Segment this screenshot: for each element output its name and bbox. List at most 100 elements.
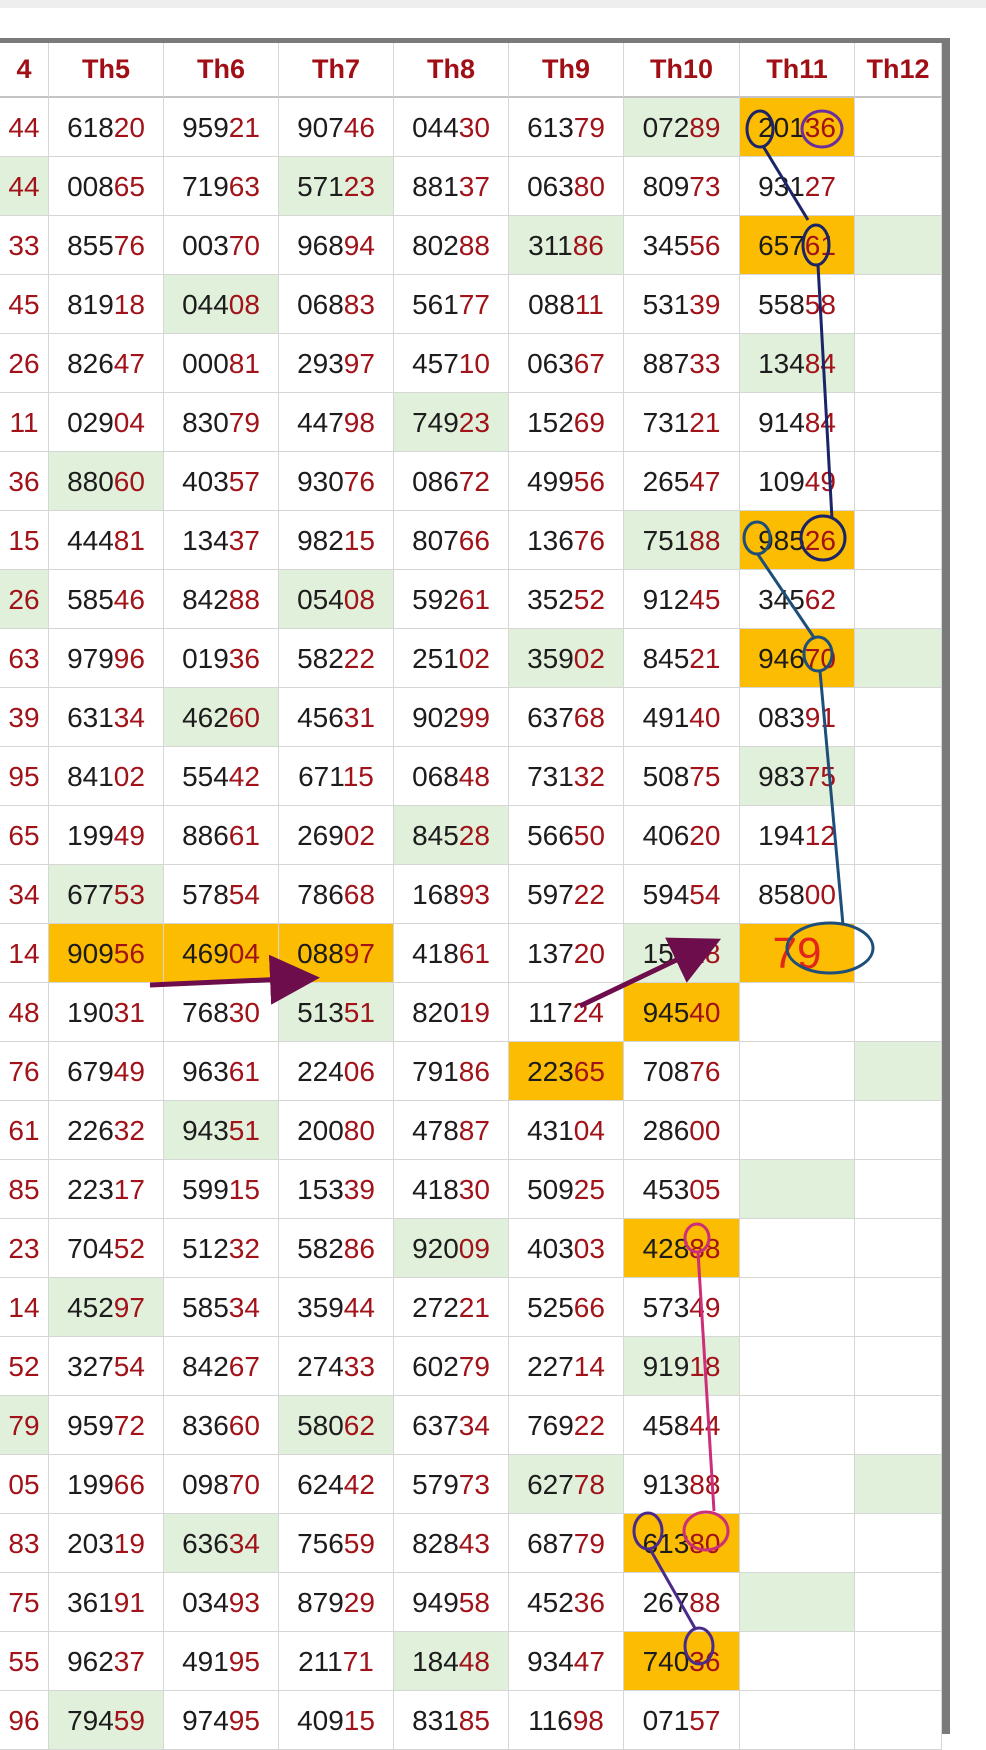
cell-value-tail: 68	[343, 879, 375, 910]
cell-value-tail: 39	[343, 1174, 375, 1205]
table-cell: 36	[0, 452, 49, 511]
cell-value-tail: 33	[689, 348, 721, 379]
table-cell: 40620	[624, 806, 740, 865]
table-cell: 61380	[624, 1514, 740, 1573]
cell-value-tail: 86	[343, 1233, 375, 1264]
cell-value-head: 223	[67, 1174, 114, 1205]
cell-value-head: 831	[412, 1705, 459, 1736]
header-th10: Th10	[624, 40, 740, 98]
table-cell: 08391	[740, 688, 855, 747]
table-cell: 96894	[279, 216, 394, 275]
table-cell: 40303	[509, 1219, 624, 1278]
table-cell: 06848	[394, 747, 509, 806]
cell-value-tail: 81	[113, 525, 145, 556]
cell-value-tail: 40	[689, 997, 721, 1028]
cell-value-head: 618	[67, 112, 114, 143]
cell-value-tail: 81	[228, 348, 260, 379]
cell-value: 15	[8, 525, 40, 556]
table-cell: 81918	[49, 275, 164, 334]
table-right-border	[942, 40, 950, 1734]
cell-value-tail: 43	[458, 1528, 490, 1559]
cell-value-tail: 51	[228, 1115, 260, 1146]
cell-value-head: 968	[297, 230, 344, 261]
cell-value-tail: 84	[804, 407, 836, 438]
table-cell: 00081	[164, 334, 279, 393]
table-cell: 07289	[624, 98, 740, 157]
table-cell: 58222	[279, 629, 394, 688]
cell-value-tail: 36	[804, 112, 836, 143]
table-cell: 22632	[49, 1101, 164, 1160]
cell-value-head: 453	[642, 1174, 690, 1205]
cell-value-head: 585	[67, 584, 114, 615]
cell-value-tail: 08	[343, 584, 375, 615]
table-cell: 18448	[394, 1632, 509, 1691]
cell-value-head: 677	[67, 879, 114, 910]
results-table: 4 Th5 Th6 Th7 Th8 Th9 Th10 Th11 Th12 44 6…	[0, 40, 942, 1750]
cell-value: 65	[8, 820, 40, 851]
cell-value-tail: 27	[804, 171, 836, 202]
cell-value-tail: 17	[113, 1174, 145, 1205]
cell-value-head: 807	[412, 525, 459, 556]
cell-value-head: 003	[182, 230, 229, 261]
cell-value-head: 919	[642, 1351, 690, 1382]
table-cell: 22317	[49, 1160, 164, 1219]
cell-value-tail: 61	[804, 230, 836, 261]
header-col-0: 4	[0, 40, 49, 98]
cell-value-tail: 61	[458, 938, 490, 969]
table-cell: 06380	[509, 157, 624, 216]
table-cell: 15	[0, 511, 49, 570]
cell-value-head: 909	[67, 938, 114, 969]
table-cell	[855, 924, 942, 983]
cell-value-head: 599	[182, 1174, 229, 1205]
cell-value-head: 068	[297, 289, 344, 320]
cell-value-head: 072	[642, 112, 690, 143]
cell-value-tail: 37	[458, 171, 490, 202]
cell-value-head: 428	[642, 1233, 690, 1264]
cell-value: 85	[8, 1174, 40, 1205]
cell-value-head: 751	[642, 525, 690, 556]
table-cell: 26	[0, 334, 49, 393]
table-cell: 20080	[279, 1101, 394, 1160]
table-cell: 45	[0, 275, 49, 334]
cell-value-tail: 45	[689, 584, 721, 615]
table-cell: 53139	[624, 275, 740, 334]
table-cell: 93447	[509, 1632, 624, 1691]
cell-value-head: 631	[67, 702, 114, 733]
cell-value-tail: 86	[572, 230, 604, 261]
cell-value-head: 327	[67, 1351, 114, 1382]
cell-value: 55	[8, 1646, 40, 1677]
table-cell: 97996	[49, 629, 164, 688]
cell-value-head: 580	[297, 1410, 344, 1441]
table-cell: 94670	[740, 629, 855, 688]
cell-value-head: 458	[642, 1410, 690, 1441]
table-cell: 43104	[509, 1101, 624, 1160]
header-th8: Th8	[394, 40, 509, 98]
cell-value-tail: 15	[343, 525, 375, 556]
table-cell: 73121	[624, 393, 740, 452]
table-cell: 80973	[624, 157, 740, 216]
cell-value-head: 841	[67, 761, 114, 792]
table-cell: 35252	[509, 570, 624, 629]
cell-value-head: 880	[67, 466, 114, 497]
table-cell: 91388	[624, 1455, 740, 1514]
cell-value-head: 786	[297, 879, 344, 910]
cell-value-tail: 39	[689, 289, 721, 320]
cell-value-tail: 88	[689, 1469, 721, 1500]
table-cell: 84102	[49, 747, 164, 806]
table-cell	[855, 1337, 942, 1396]
cell-value-tail: 97	[113, 1292, 145, 1323]
table-cell: 74923	[394, 393, 509, 452]
table-cell: 83660	[164, 1396, 279, 1455]
cell-value-head: 152	[527, 407, 574, 438]
cell-value-head: 624	[297, 1469, 344, 1500]
table-cell	[740, 1042, 855, 1101]
table-cell: 21171	[279, 1632, 394, 1691]
cell-value-tail: 91	[804, 702, 836, 733]
cell-value-tail: 96	[113, 643, 145, 674]
cell-value-tail: 04	[113, 407, 145, 438]
cell-value-head: 687	[527, 1528, 574, 1559]
cell-value-head: 558	[758, 289, 805, 320]
cell-value-head: 513	[297, 997, 344, 1028]
cell-value: 34	[8, 879, 40, 910]
table-cell: 91918	[624, 1337, 740, 1396]
